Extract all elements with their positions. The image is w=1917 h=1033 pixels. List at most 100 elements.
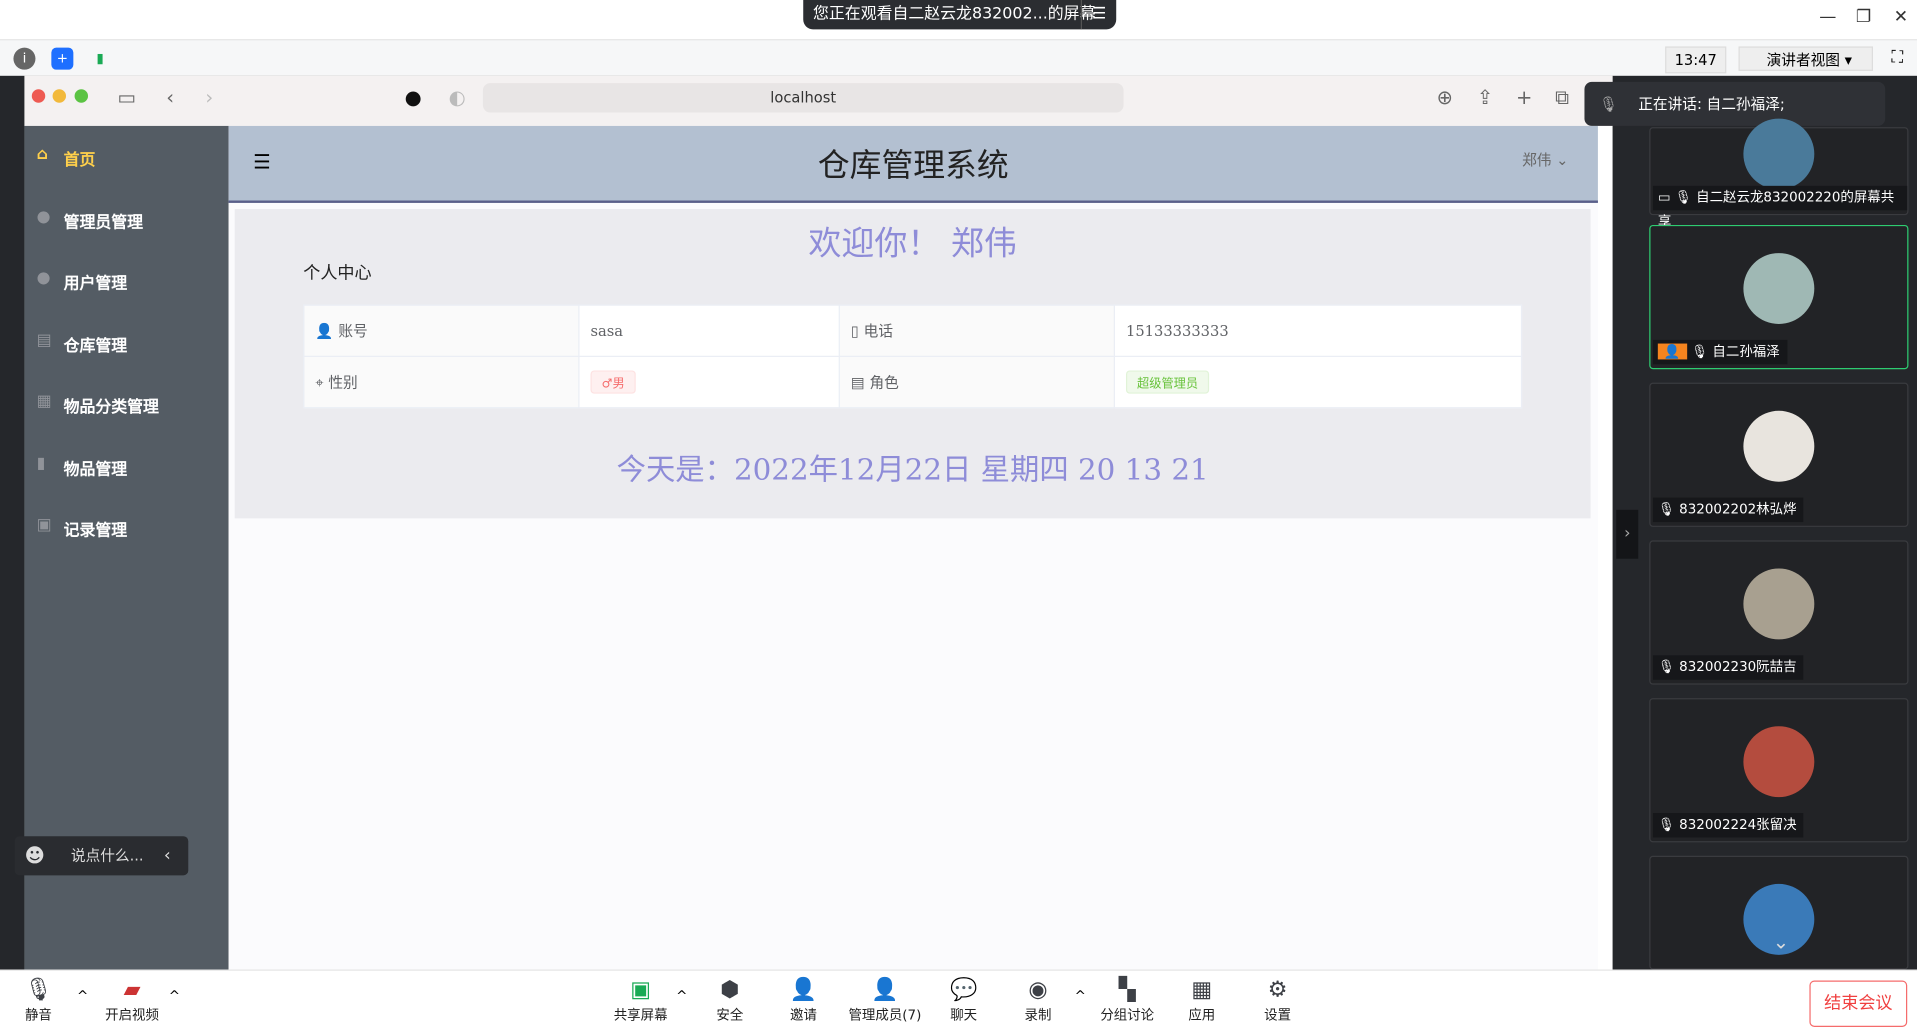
- participant-tile[interactable]: 🎙 832002224张留决: [1649, 698, 1909, 843]
- account-value: sasa: [578, 304, 840, 357]
- invite-button[interactable]: 👤 邀请: [790, 976, 817, 1025]
- back-icon[interactable]: ‹: [166, 86, 174, 109]
- participant-name: ▭ 🎙 自二赵云龙832002220的屏幕共享: [1652, 185, 1908, 230]
- phone-value: 15133333333: [1113, 304, 1523, 357]
- participant-tile[interactable]: ▭ 🎙 自二赵云龙832002220的屏幕共享: [1649, 118, 1909, 230]
- menu-icon[interactable]: ☰: [1080, 0, 1116, 30]
- chevron-up-icon[interactable]: ^: [77, 988, 88, 1004]
- browser-toolbar: ▭ ‹ › ● ◐ localhost ⊕ ⇪ + ⧉: [24, 75, 1613, 126]
- forward-icon[interactable]: ›: [205, 86, 213, 109]
- shield-icon[interactable]: ◐: [449, 86, 466, 109]
- close-dot[interactable]: [31, 89, 46, 103]
- share-icon[interactable]: ⇪: [1477, 86, 1493, 109]
- participant-name: 👤 🎙 自二孙福泽: [1652, 339, 1788, 365]
- account-label: 👤 账号: [303, 304, 580, 357]
- sidebar-item-admin[interactable]: ● 管理员管理: [24, 188, 228, 249]
- url-bar[interactable]: localhost: [482, 83, 1124, 113]
- section-title: 个人中心: [303, 264, 372, 284]
- meeting-top-bar: i + ▮ 13:47 演讲者视图 ▾ ⛶: [0, 39, 1917, 79]
- gear-icon: ⚙: [1267, 976, 1288, 1003]
- breakout-button[interactable]: ▚ 分组讨论: [1100, 976, 1154, 1025]
- button-label: 聊天: [950, 1007, 978, 1024]
- end-meeting-button[interactable]: 结束会议: [1809, 980, 1908, 1027]
- name-text: 自二孙福泽: [1712, 343, 1780, 360]
- sidebar-item-records[interactable]: ▣ 记录管理: [24, 496, 228, 557]
- invite-icon: 👤: [789, 976, 818, 1003]
- sidebar-label: 记录管理: [63, 522, 128, 541]
- button-label: 邀请: [790, 1007, 817, 1024]
- security-button[interactable]: ⬢ 安全: [716, 976, 743, 1025]
- gender-label: ⌖ 性别: [303, 355, 580, 409]
- security-shield-icon[interactable]: +: [51, 47, 74, 70]
- avatar: [1743, 726, 1815, 798]
- sidebar-item-home[interactable]: ⌂ 首页: [24, 126, 228, 187]
- download-icon[interactable]: ⊕: [1437, 86, 1453, 109]
- participant-name: 🎙 832002230阮喆吉: [1652, 655, 1804, 680]
- participant-tile[interactable]: 🎙 832002202林弘烨: [1649, 382, 1909, 527]
- share-screen-button[interactable]: ▣ 共享屏幕: [614, 976, 668, 1025]
- gender-tag: ♂男: [590, 370, 636, 394]
- github-icon[interactable]: ●: [405, 86, 422, 109]
- welcome-text: 欢迎你！ 郑伟: [808, 224, 1017, 263]
- chat-button[interactable]: 💬 聊天: [950, 976, 977, 1025]
- share-banner-text: 您正在观看自二赵云龙832002...的屏幕: [813, 4, 1096, 24]
- chevron-up-icon[interactable]: ^: [1075, 988, 1086, 1004]
- sidebar-item-users[interactable]: ● 用户管理: [24, 249, 228, 310]
- label-text: 角色: [869, 374, 899, 392]
- user-icon: ●: [36, 207, 51, 227]
- sidebar-label: 仓库管理: [63, 337, 128, 356]
- scroll-down-icon[interactable]: ⌄: [1773, 930, 1789, 953]
- new-tab-icon[interactable]: +: [1516, 86, 1532, 109]
- chevron-up-icon[interactable]: ^: [676, 988, 687, 1004]
- sidebar-item-warehouse[interactable]: ▤ 仓库管理: [24, 312, 228, 373]
- collapse-icon[interactable]: ‹: [164, 836, 171, 875]
- chat-icon: 💬: [949, 976, 978, 1003]
- info-icon[interactable]: i: [13, 47, 36, 70]
- record-button[interactable]: ◉ 录制: [1025, 976, 1052, 1025]
- apps-button[interactable]: ▦ 应用: [1188, 976, 1215, 1025]
- date-time-text: 今天是：2022年12月22日 星期四 20 13 21: [616, 452, 1209, 487]
- building-icon: ▤: [36, 331, 52, 350]
- restore-icon[interactable]: ❐: [1856, 7, 1871, 27]
- user-icon: ●: [36, 268, 51, 288]
- chevron-up-icon[interactable]: ^: [169, 988, 180, 1004]
- button-label: 管理成员(7): [848, 1007, 922, 1024]
- sidebar-label: 物品管理: [63, 460, 128, 480]
- sidebar-toggle-icon[interactable]: ▭: [117, 86, 135, 109]
- participant-tile[interactable]: 👤 🎙 自二孙福泽: [1649, 224, 1909, 370]
- presenter-view-label: 演讲者视图: [1766, 51, 1841, 69]
- participant-tile[interactable]: ⌄: [1649, 855, 1909, 970]
- share-screen-icon: ▣: [630, 976, 652, 1003]
- label-text: 电话: [863, 322, 894, 340]
- emoji-icon[interactable]: ☻: [24, 836, 44, 875]
- fullscreen-icon[interactable]: ⛶: [1891, 48, 1903, 68]
- profile-table: 👤 账号 sasa ▯ 电话 15133333333 ⌖ 性别 ♂男 ▤ 角色 …: [303, 304, 1523, 409]
- minimize-icon[interactable]: —: [1819, 7, 1836, 27]
- participant-name: 🎙 832002224张留决: [1652, 813, 1804, 838]
- mic-icon: 🎙: [24, 976, 53, 1003]
- chat-input[interactable]: ☻ 说点什么... ‹: [14, 836, 189, 876]
- apps-icon: ▦: [1191, 976, 1213, 1003]
- participant-tile[interactable]: 🎙 832002230阮喆吉: [1649, 540, 1909, 685]
- sidebar-item-goods[interactable]: ▮ 物品管理: [24, 435, 228, 496]
- sidebar-item-categories[interactable]: ▦ 物品分类管理: [24, 373, 228, 434]
- members-button[interactable]: 👤 管理成员(7): [848, 976, 921, 1025]
- user-name: 郑伟: [1522, 151, 1552, 169]
- sidebar-label: 管理员管理: [63, 213, 144, 233]
- button-label: 设置: [1264, 1007, 1292, 1024]
- main-content: 欢迎你！ 郑伟 个人中心 👤 账号 sasa ▯ 电话 15133333333 …: [228, 202, 1598, 970]
- start-video-button[interactable]: ▰ 开启视频: [105, 976, 159, 1025]
- user-dropdown[interactable]: 郑伟 ⌄: [1522, 149, 1568, 170]
- name-text: 832002224张留决: [1679, 816, 1797, 833]
- role-value: 超级管理员: [1113, 355, 1523, 409]
- zoom-dot[interactable]: [74, 89, 89, 103]
- video-off-icon: ▰: [123, 976, 141, 1003]
- presenter-view-dropdown[interactable]: 演讲者视图 ▾: [1738, 46, 1873, 71]
- settings-button[interactable]: ⚙ 设置: [1264, 976, 1291, 1025]
- signal-icon[interactable]: ▮: [89, 48, 111, 70]
- mute-button[interactable]: 🎙 静音: [24, 976, 52, 1025]
- close-icon[interactable]: ✕: [1894, 7, 1908, 27]
- expand-panel-button[interactable]: ›: [1616, 509, 1639, 559]
- tabs-icon[interactable]: ⧉: [1555, 86, 1569, 110]
- minimize-dot[interactable]: [52, 89, 67, 103]
